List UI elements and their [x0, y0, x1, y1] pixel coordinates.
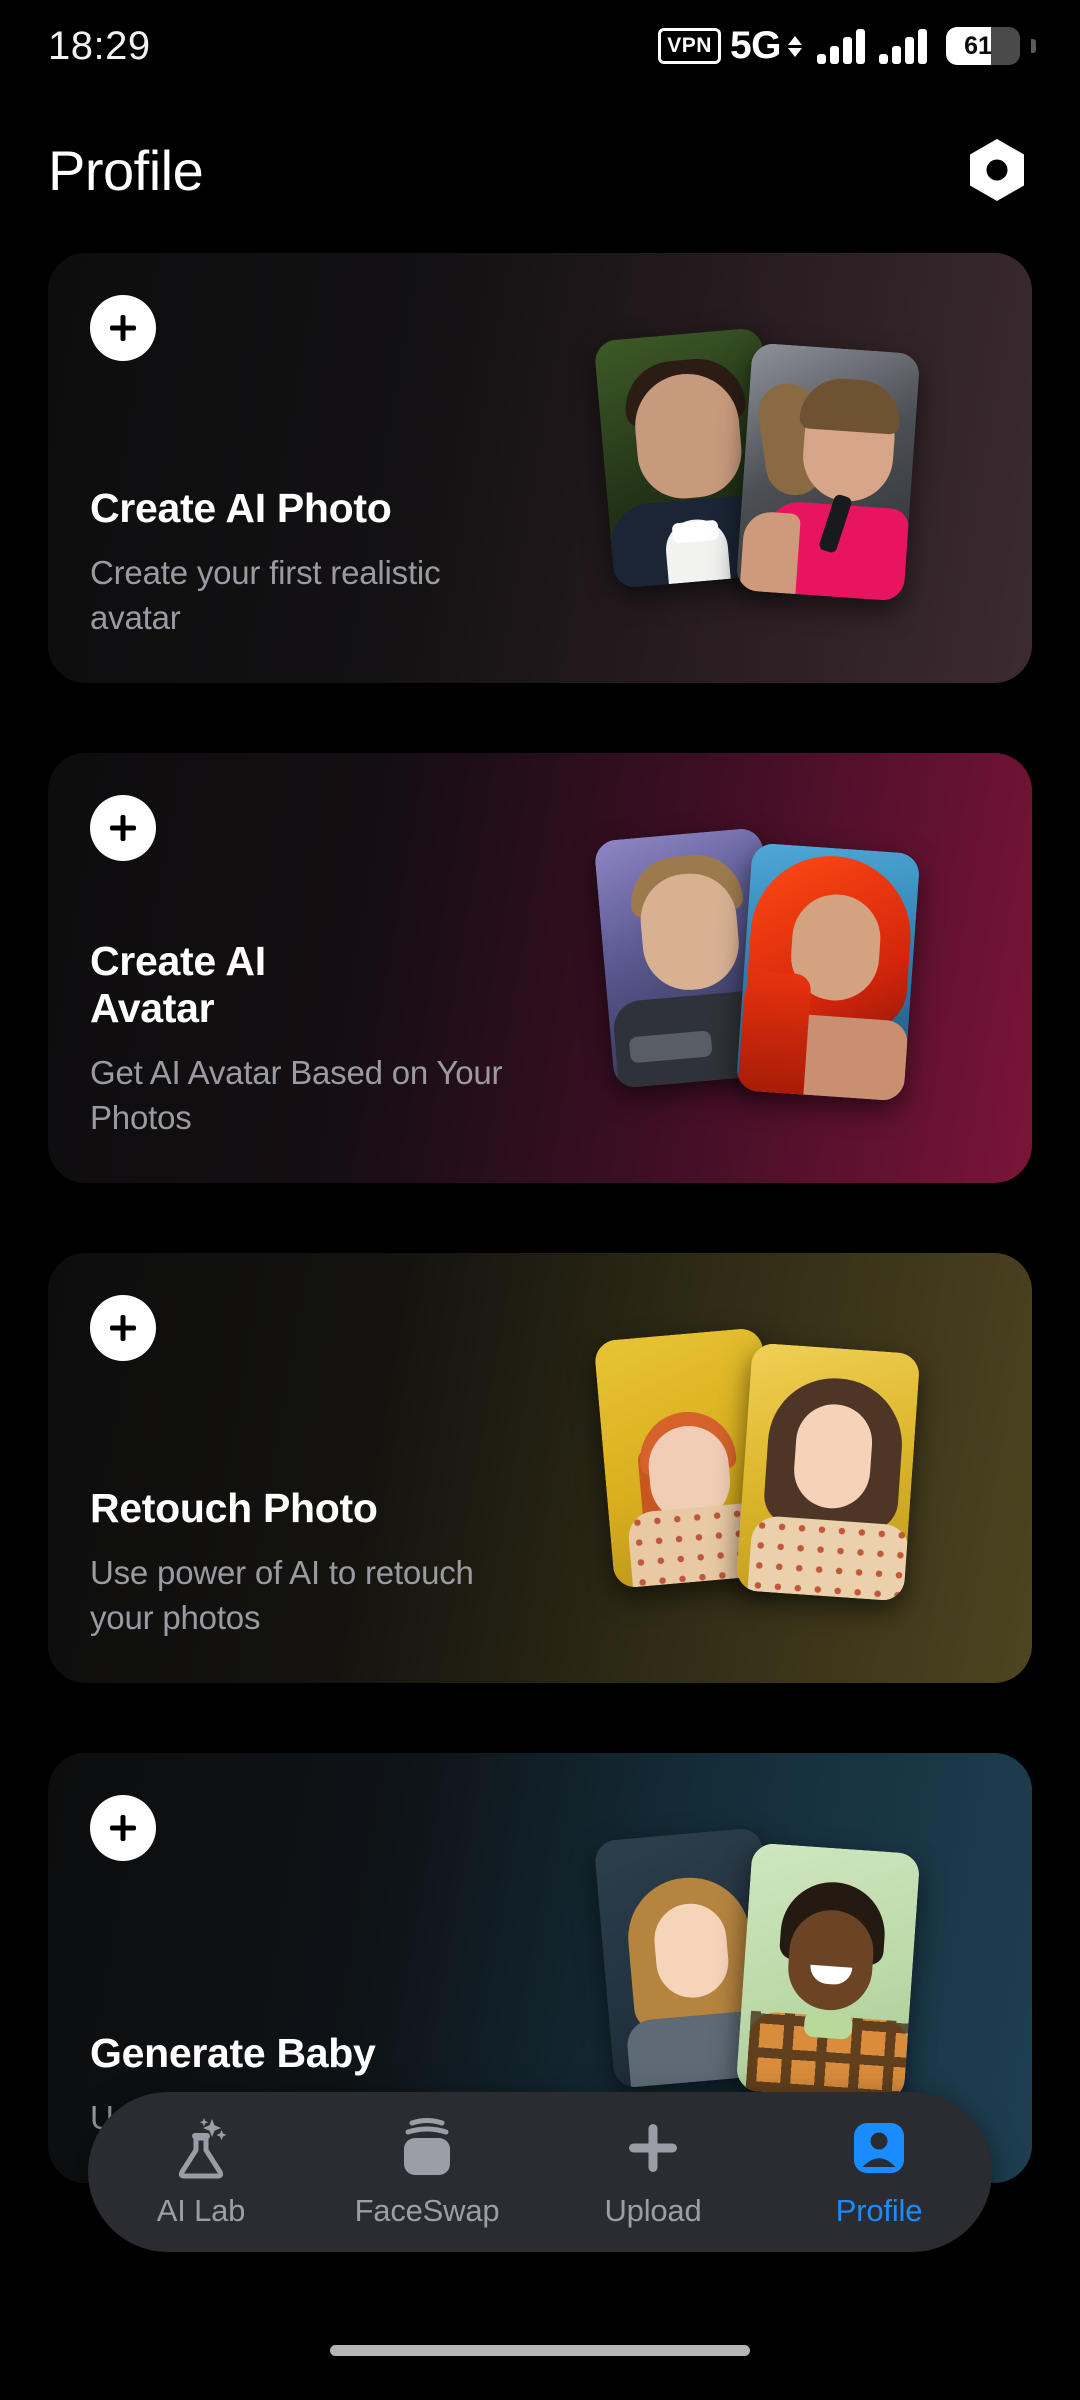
- settings-button[interactable]: [962, 135, 1032, 205]
- card-thumbnails: [593, 1818, 954, 2118]
- vpn-badge-icon: VPN: [658, 28, 721, 64]
- hexagon-nut-settings-icon: [970, 139, 1024, 201]
- nav-item-faceswap[interactable]: FaceSwap: [327, 2092, 527, 2252]
- battery-percent-label: 61: [964, 31, 992, 60]
- nav-item-profile[interactable]: Profile: [779, 2092, 979, 2252]
- thumbnail-image: [735, 842, 921, 1102]
- person-icon: [849, 2115, 909, 2181]
- feature-card-create-ai-photo[interactable]: Create AI Photo Create your first realis…: [48, 253, 1032, 683]
- card-thumbnails: [593, 1318, 954, 1618]
- card-thumbnails: [593, 318, 954, 618]
- feature-card-list: Create AI Photo Create your first realis…: [0, 253, 1080, 2253]
- card-title: Create AI Photo: [90, 484, 392, 531]
- add-button[interactable]: [90, 295, 156, 361]
- plus-icon: [622, 2115, 684, 2181]
- add-button[interactable]: [90, 795, 156, 861]
- page-header: Profile: [0, 115, 1080, 225]
- nav-item-upload[interactable]: Upload: [553, 2092, 753, 2252]
- card-title: Create AI Avatar: [90, 937, 266, 1031]
- signal-bars-icon: [817, 28, 865, 64]
- feature-card-create-ai-avatar[interactable]: Create AI Avatar Get AI Avatar Based on …: [48, 753, 1032, 1183]
- battery-cap-icon: [1031, 39, 1036, 53]
- status-bar-time: 18:29: [48, 23, 151, 68]
- network-type-label: 5G: [729, 24, 782, 67]
- card-thumbnails: [593, 818, 954, 1118]
- card-subtitle: Use power of AI to retouch your photos: [90, 1553, 474, 1637]
- nav-label: FaceSwap: [354, 2193, 500, 2228]
- nav-item-ai-lab[interactable]: AI Lab: [101, 2092, 301, 2252]
- add-button[interactable]: [90, 1295, 156, 1361]
- network-arrows-icon: [788, 35, 802, 57]
- page-title: Profile: [48, 138, 204, 202]
- card-title: Generate Baby: [90, 2030, 376, 2077]
- card-text: Retouch Photo Use power of AI to retouch…: [90, 1485, 510, 1641]
- card-text: Create AI Photo Create your first realis…: [90, 485, 510, 641]
- home-indicator[interactable]: [330, 2345, 750, 2356]
- plus-icon: [110, 315, 136, 341]
- plus-icon: [110, 1815, 136, 1841]
- thumbnail-image: [735, 342, 921, 602]
- thumbnail-image: [735, 1842, 921, 2102]
- card-text: Create AI Avatar Get AI Avatar Based on …: [90, 938, 510, 1141]
- status-bar-indicators: VPN 5G 61: [658, 24, 1036, 68]
- add-button[interactable]: [90, 1795, 156, 1861]
- signal-bars-icon: [879, 28, 927, 64]
- plus-icon: [110, 1315, 136, 1341]
- status-bar: 18:29 VPN 5G 61: [0, 0, 1080, 92]
- battery-icon: 61: [946, 27, 1020, 65]
- card-subtitle: Get AI Avatar Based on Your Photos: [90, 1053, 503, 1137]
- card-title: Retouch Photo: [90, 1484, 378, 1531]
- bottom-navigation-bar: AI Lab FaceSwap Upload Profile: [88, 2092, 992, 2252]
- card-subtitle: Create your first realistic avatar: [90, 553, 441, 637]
- plus-icon: [110, 815, 136, 841]
- nav-label: Upload: [604, 2193, 702, 2228]
- feature-card-retouch-photo[interactable]: Retouch Photo Use power of AI to retouch…: [48, 1253, 1032, 1683]
- stacked-cards-icon: [396, 2115, 458, 2181]
- flask-sparkle-icon: [171, 2115, 231, 2181]
- thumbnail-image: [735, 1342, 921, 1602]
- nav-label: Profile: [835, 2193, 923, 2228]
- nav-label: AI Lab: [156, 2193, 246, 2228]
